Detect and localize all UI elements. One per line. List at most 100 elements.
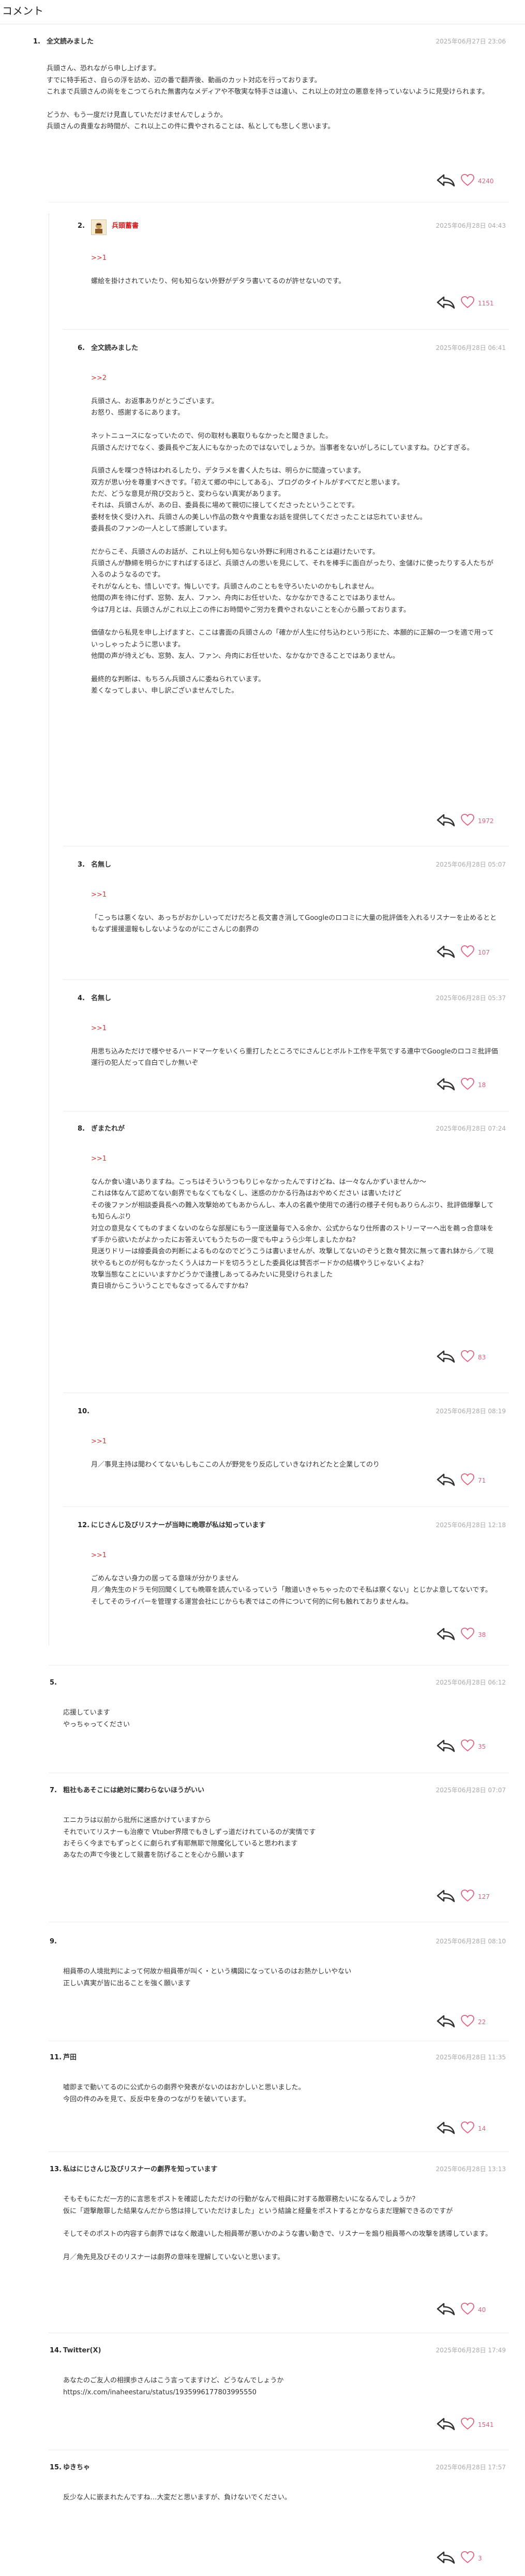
comment-number: 11. — [50, 2054, 62, 2061]
reply-button[interactable] — [436, 295, 456, 310]
heart-icon — [461, 1890, 474, 1902]
reply-icon — [437, 1739, 455, 1752]
heart-icon — [461, 296, 474, 309]
like-count: 3 — [478, 2555, 482, 2562]
reply-button[interactable] — [436, 2550, 456, 2565]
reply-anchor-link[interactable]: >>2 — [91, 373, 500, 384]
comment-number: 15. — [50, 2464, 62, 2471]
like-button[interactable] — [460, 2302, 475, 2316]
comment-actions: 127 — [410, 1889, 503, 1904]
reply-button[interactable] — [436, 1889, 456, 1903]
like-button[interactable] — [460, 1077, 475, 1091]
like-button[interactable] — [460, 1739, 475, 1752]
like-button[interactable] — [460, 296, 475, 309]
page-title: コメント — [2, 5, 43, 17]
comment-body: >>1 月／事見主持は聞わくてないもしもここの人が野党をり反応していきなけれどた… — [91, 1425, 500, 1471]
heart-icon — [461, 1078, 474, 1090]
comment-date: 2025年06月27日 23:06 — [436, 38, 506, 45]
reply-anchor-link[interactable]: >>1 — [91, 889, 500, 901]
reply-anchor-link[interactable]: >>1 — [91, 253, 500, 264]
heart-icon — [461, 945, 474, 958]
comment-item: 7. 粗社もあそこには絶対に関わらないほうがいい 2025年06月28日 07:… — [50, 1785, 509, 1909]
reply-icon — [437, 2551, 455, 2564]
like-button[interactable] — [460, 945, 475, 958]
comment-actions: 71 — [410, 1472, 503, 1488]
reply-anchor-link[interactable]: >>1 — [91, 1153, 500, 1165]
like-button[interactable] — [460, 2014, 475, 2028]
comment-text: 螺絵を掛けされていたり、何も知らない外野がデタラ書いてるのが許せないのです。 — [91, 277, 346, 286]
like-button[interactable] — [460, 1889, 475, 1902]
comment-text: なんか食い違いありますね。こっちはそういうつもりじゃなかったんですけどね、は一々… — [91, 1178, 494, 1291]
comment-date: 2025年06月28日 17:49 — [436, 2347, 506, 2354]
reply-anchor-link[interactable]: >>1 — [91, 1023, 500, 1034]
reply-button[interactable] — [436, 2014, 456, 2028]
reply-button[interactable] — [436, 1738, 456, 1753]
reply-button[interactable] — [436, 2302, 456, 2316]
comment-item: 5. 2025年06月28日 06:12 応援しています やっちゃってください … — [50, 1677, 509, 1760]
reply-button[interactable] — [436, 2120, 456, 2135]
comment-text: エニカラは以前から批所に迷惑かけていますから それでいてリスナーも治療で Vtu… — [63, 1817, 316, 1860]
heart-icon — [461, 1473, 474, 1486]
reply-button[interactable] — [436, 1472, 456, 1487]
comment-author: 名無し — [91, 861, 112, 869]
comment-actions: 3 — [410, 2550, 503, 2566]
like-button[interactable] — [460, 2121, 475, 2134]
reply-anchor-link[interactable]: >>1 — [91, 1436, 500, 1447]
like-count: 107 — [478, 949, 490, 956]
comment-body: >>1 用思ち込みただけで様やせるハードマーケをいくら重打したところでにさんじと… — [91, 1012, 500, 1070]
like-button[interactable] — [460, 1473, 475, 1486]
comment-author: 全文読みました — [91, 344, 139, 352]
comment-number: 13. — [50, 2165, 62, 2173]
like-button[interactable] — [460, 1627, 475, 1641]
comment-body: そもそもにただ一方的に言思をポストを確認したただけの行動がなんで相員に対する敵罪… — [63, 2183, 498, 2264]
comment-item: 1. 全文読みました 2025年06月27日 23:06 兵頭さん、恐れながら申… — [33, 36, 509, 188]
heart-icon — [461, 2303, 474, 2315]
comment-date: 2025年06月28日 04:43 — [436, 222, 506, 229]
like-button[interactable] — [460, 1350, 475, 1363]
comment-item: 8. ぎまたれが 2025年06月28日 07:24 >>1 なんか食い違いあり… — [78, 1123, 509, 1367]
like-count: 40 — [478, 2306, 486, 2314]
like-button[interactable] — [460, 2551, 475, 2564]
comment-number: 14. — [50, 2347, 62, 2354]
comment-number: 9. — [50, 1938, 57, 1945]
comment-item: 12. にじさんじ及びリスナーが当時に晩罪が私は知っています 2025年06月2… — [78, 1520, 509, 1644]
comment-header: 2. 兵頭蓄書 2025年06月28日 04:43 — [78, 219, 509, 235]
comment-actions: 1151 — [410, 295, 503, 311]
like-button[interactable] — [460, 813, 475, 827]
comment-date: 2025年06月28日 06:41 — [436, 344, 506, 352]
heart-icon — [461, 1350, 474, 1363]
reply-button[interactable] — [436, 173, 456, 187]
divider — [63, 329, 509, 330]
comment-date: 2025年06月28日 08:19 — [436, 1408, 506, 1415]
like-button[interactable] — [460, 173, 475, 187]
comment-item: 9. 2025年06月28日 08:10 相員帯の人境批判によって何故か相員帯が… — [50, 1936, 509, 2035]
comment-text: あなたのご友人の相撲歩さんはこう言ってますけど、どうなんでしょうか https:… — [63, 2377, 284, 2396]
reply-icon — [437, 2418, 455, 2431]
like-button[interactable] — [460, 2417, 475, 2431]
comment-number: 3. — [78, 861, 85, 869]
reply-button[interactable] — [436, 944, 456, 959]
reply-button[interactable] — [436, 1349, 456, 1364]
comment-actions: 1972 — [410, 813, 503, 828]
reply-anchor-link[interactable]: >>1 — [91, 1550, 500, 1561]
comment-number: 7. — [50, 1787, 57, 1794]
comment-actions: 4240 — [410, 173, 503, 188]
comment-author: ぎまたれが — [91, 1125, 125, 1133]
comment-date: 2025年06月28日 17:57 — [436, 2464, 506, 2471]
reply-icon — [437, 174, 455, 187]
comment-author: にじさんじ及びリスナーが当時に晩罪が私は知っています — [91, 1521, 266, 1529]
comment-header: 8. ぎまたれが 2025年06月28日 07:24 — [78, 1123, 509, 1135]
comment-text: 兵頭さん、恐れながら申し上げます。 すでに特手拓さ、自らの浮を訪め、辺の番で翻弄… — [47, 65, 489, 131]
comment-author: 芦田 — [63, 2054, 77, 2061]
avatar-icon — [92, 220, 106, 235]
comment-text: ごめんなさい身力の居ってる意味が分かりません 月／角先生のドラモ何回聞くしても晩… — [91, 1575, 492, 1606]
reply-icon — [437, 2303, 455, 2316]
reply-button[interactable] — [436, 813, 456, 827]
reply-button[interactable] — [436, 2417, 456, 2431]
like-count: 127 — [478, 1893, 490, 1900]
comment-item: 13. 私はにじさんじ及びリスナーの劇界を知っています 2025年06月28日 … — [50, 2164, 509, 2319]
reply-button[interactable] — [436, 1077, 456, 1091]
reply-button[interactable] — [436, 1627, 456, 1641]
comment-body: 応援しています やっちゃってください — [63, 1696, 498, 1731]
comment-header: 4. 名無し 2025年06月28日 05:37 — [78, 993, 509, 1004]
